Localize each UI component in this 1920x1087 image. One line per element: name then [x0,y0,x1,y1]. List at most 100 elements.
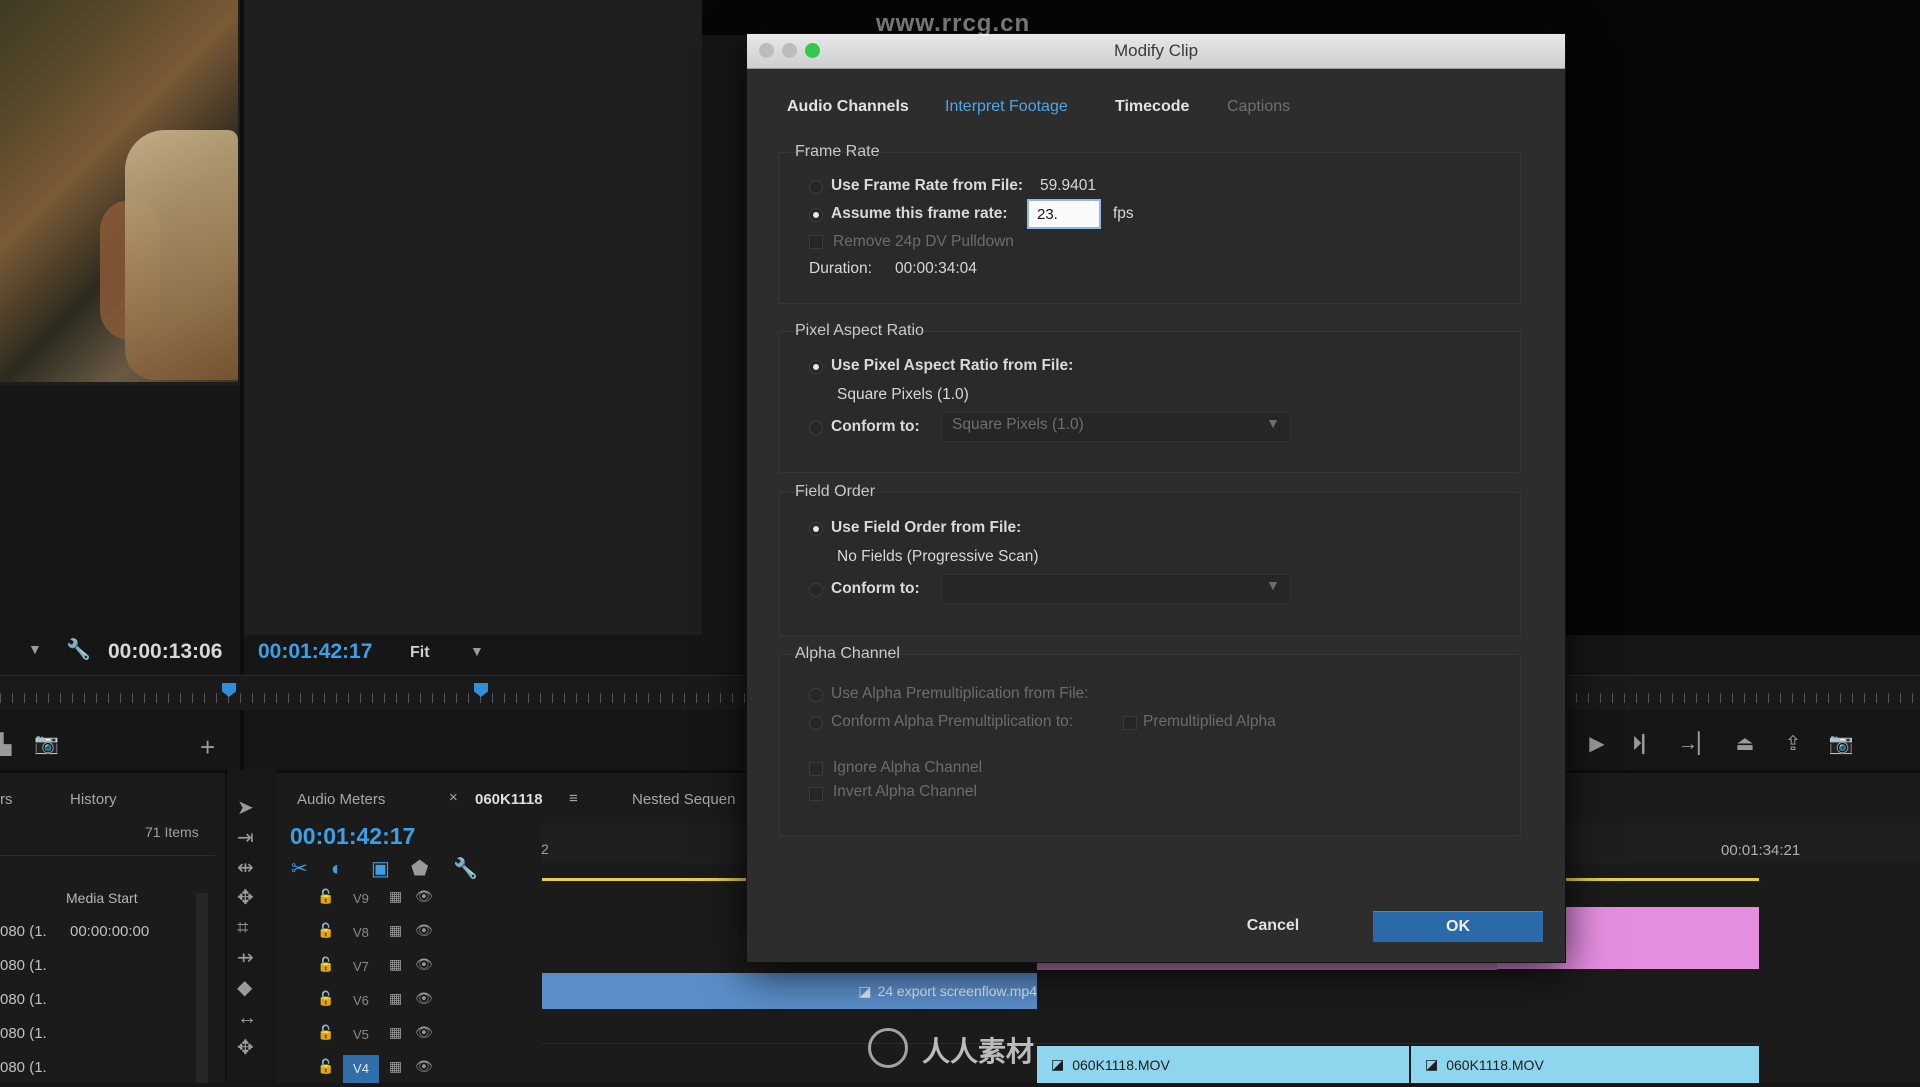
tab-markers[interactable]: rs [0,791,13,808]
use-field-order-radio[interactable] [809,522,823,536]
zoom-window-icon[interactable] [805,43,820,58]
dialog-title: Modify Clip [1113,41,1199,60]
zoom-chevron-icon[interactable]: ▼ [470,644,484,658]
linked-selection-icon[interactable]: ◐ [331,859,343,879]
film-icon[interactable]: ▦ [389,923,402,937]
use-alpha-radio[interactable] [809,688,823,702]
tab-interpret-footage[interactable]: Interpret Footage [945,98,1068,116]
column-header-media-start[interactable]: Media Start [66,890,138,906]
mov-clip-a[interactable]: ◪ 060K1118.MOV [1037,1046,1409,1083]
lock-icon[interactable]: 🔓 [317,1059,334,1073]
list-item[interactable]: 080 (1. [0,1059,47,1076]
tab-history[interactable]: History [70,791,117,808]
frame-rate-input[interactable] [1027,199,1101,229]
lock-icon[interactable]: 🔓 [317,991,334,1005]
use-frame-rate-label[interactable]: Use Frame Rate from File: [831,177,1023,195]
rolling-edit-icon[interactable]: ✥ [237,888,254,908]
selection-tool-icon[interactable]: ➤ [237,798,254,818]
list-item[interactable]: 080 (1. [0,923,47,940]
eye-icon[interactable]: 👁 [415,991,433,1005]
go-to-out-icon[interactable]: →▏ [1678,734,1713,754]
zoom-select[interactable]: Fit [410,644,430,662]
film-icon[interactable]: ▦ [389,889,402,903]
add-marker-icon[interactable]: ⬟ [411,859,428,879]
lock-icon[interactable]: 🔓 [317,923,334,937]
use-field-order-label[interactable]: Use Field Order from File: [831,519,1021,537]
conform-pixel-radio[interactable] [809,421,823,435]
ok-button[interactable]: OK [1373,911,1543,942]
film-icon[interactable]: ▦ [389,957,402,971]
ripple-edit-icon[interactable]: ⇹ [237,858,254,878]
assume-frame-rate-radio[interactable] [809,208,823,222]
minimize-window-icon[interactable] [782,43,797,58]
film-icon[interactable]: ▦ [389,1059,402,1073]
mov-clip-b[interactable]: ◪ 060K1118.MOV [1411,1046,1759,1083]
insert-icon[interactable]: ▙ [0,735,11,755]
pen-tool-icon[interactable]: ✥ [237,1038,254,1058]
cancel-button[interactable]: Cancel [1203,911,1343,941]
invert-alpha-checkbox[interactable] [809,787,823,801]
snap-icon[interactable]: ✂ [291,859,308,879]
conform-field-select[interactable]: ▼ [941,574,1291,604]
play-icon[interactable]: ▶ [1580,734,1614,754]
premultiplied-checkbox[interactable] [1123,716,1137,730]
eye-icon[interactable]: 👁 [415,957,433,971]
tab-audio-meters[interactable]: Audio Meters [297,791,385,808]
camera-icon[interactable]: 📷 [34,734,59,754]
slip-tool-icon[interactable]: ⇸ [237,948,254,968]
timeline-wrench-icon[interactable]: 🔧 [453,859,478,879]
conform-pixel-label[interactable]: Conform to: [831,418,920,436]
conform-pixel-select[interactable]: Square Pixels (1.0) ▼ [941,412,1291,442]
extract-icon[interactable]: ⇪ [1776,734,1810,754]
export-frame-icon[interactable]: 📷 [1824,734,1858,754]
use-frame-rate-radio[interactable] [809,180,823,194]
wrench-icon[interactable]: 🔧 [66,640,91,660]
source-timecode[interactable]: 00:00:13:06 [108,640,222,664]
export-clip[interactable]: ◪ 24 export screenflow.mp4 [542,973,1037,1009]
track-target-v4[interactable]: V4 [343,1055,379,1083]
film-icon[interactable]: ▦ [389,1025,402,1039]
lift-icon[interactable]: ⏏ [1728,734,1762,754]
panel-menu-icon[interactable]: ≡ [569,790,578,807]
rate-stretch-icon[interactable]: ⌗ [237,918,248,938]
tab-captions[interactable]: Captions [1227,98,1290,116]
ignore-alpha-checkbox[interactable] [809,762,823,776]
eye-icon[interactable]: 👁 [415,1059,433,1073]
program-timecode[interactable]: 00:01:42:17 [258,640,372,664]
conform-alpha-radio[interactable] [809,716,823,730]
chevron-down-icon[interactable]: ▼ [28,642,42,656]
add-button-icon[interactable]: + [200,734,215,760]
remove-pulldown-checkbox[interactable] [809,235,823,249]
list-item[interactable]: 080 (1. [0,957,47,974]
conform-field-radio[interactable] [809,583,823,597]
use-pixel-aspect-label[interactable]: Use Pixel Aspect Ratio from File: [831,357,1073,375]
list-item[interactable]: 080 (1. [0,1025,47,1042]
close-icon[interactable]: × [449,789,458,806]
dialog-titlebar[interactable]: Modify Clip [747,34,1565,69]
eye-icon[interactable]: 👁 [415,1025,433,1039]
close-window-icon[interactable] [759,43,774,58]
modify-clip-dialog: Modify Clip Audio Channels Interpret Foo… [746,33,1566,963]
step-forward-icon[interactable]: ⏵▏ [1630,734,1664,754]
use-pixel-aspect-radio[interactable] [809,360,823,374]
list-item[interactable]: 080 (1. [0,991,47,1008]
export-clip-label: 24 export screenflow.mp4 [877,983,1037,999]
tab-timecode[interactable]: Timecode [1115,98,1189,116]
slide-tool-icon[interactable]: ↔ [237,1008,257,1028]
lock-icon[interactable]: 🔓 [317,889,334,903]
lock-icon[interactable]: 🔓 [317,957,334,971]
film-icon[interactable]: ▦ [389,991,402,1005]
track-select-icon[interactable]: ⇥ [237,828,254,848]
eye-icon[interactable]: 👁 [415,889,433,903]
assume-frame-rate-label[interactable]: Assume this frame rate: [831,205,1008,223]
timeline-timecode[interactable]: 00:01:42:17 [290,823,415,850]
eye-icon[interactable]: 👁 [415,923,433,937]
tab-nested-sequence[interactable]: Nested Sequen [632,791,735,808]
razor-tool-icon[interactable]: ◆ [237,978,252,998]
sequence-settings-icon[interactable]: ▣ [371,859,390,879]
tab-audio-channels[interactable]: Audio Channels [787,98,909,116]
tab-sequence[interactable]: 060K1118 [475,791,543,808]
lock-icon[interactable]: 🔓 [317,1025,334,1039]
conform-field-label[interactable]: Conform to: [831,580,920,598]
project-scrollbar[interactable] [196,893,208,1083]
